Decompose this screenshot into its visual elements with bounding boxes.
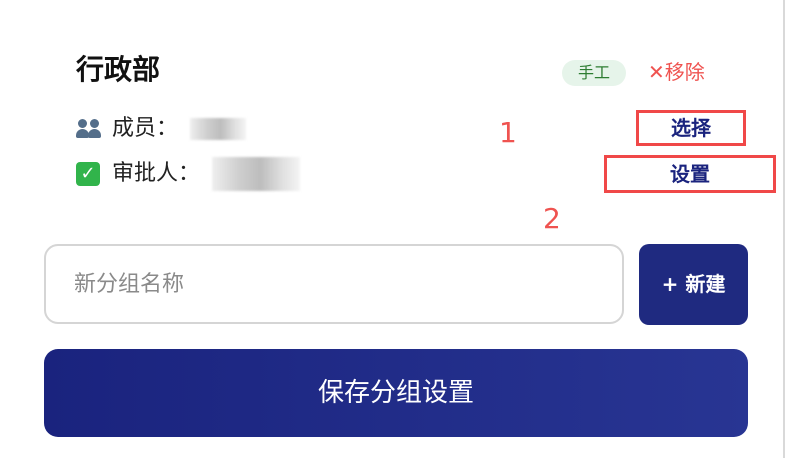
annotation-step-2: 2	[543, 202, 561, 235]
approver-label: 审批人：	[112, 161, 201, 186]
members-value-redacted	[190, 118, 247, 140]
set-approver-button[interactable]: 设置	[604, 155, 776, 193]
people-icon	[76, 119, 102, 139]
source-badge: 手工	[562, 60, 626, 86]
members-label: 成员：	[112, 116, 179, 141]
select-members-button[interactable]: 选择	[636, 110, 746, 146]
check-icon: ✓	[76, 162, 100, 186]
approver-value-redacted	[212, 157, 301, 191]
group-title: 行政部	[76, 53, 161, 86]
annotation-step-1: 1	[499, 116, 517, 149]
panel-right-border	[783, 0, 785, 458]
new-group-name-input[interactable]	[44, 244, 624, 324]
members-row: 成员：	[76, 113, 247, 145]
save-group-settings-button[interactable]: 保存分组设置	[44, 349, 748, 437]
remove-button[interactable]: ✕移除	[648, 56, 705, 88]
new-group-button[interactable]: + 新建	[639, 244, 748, 325]
approver-row: ✓ 审批人：	[76, 157, 301, 191]
